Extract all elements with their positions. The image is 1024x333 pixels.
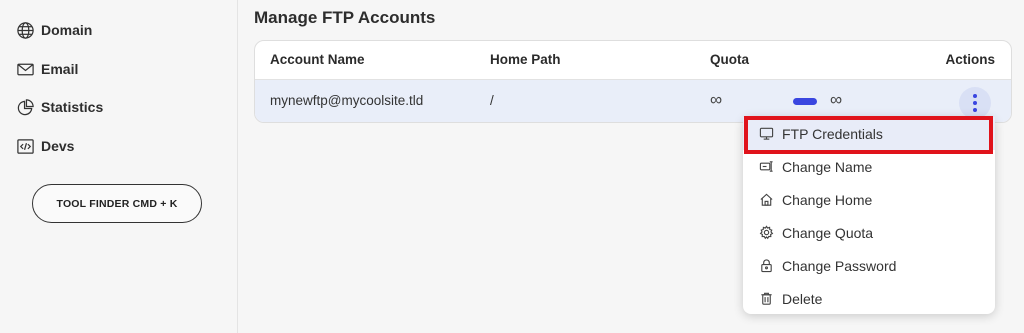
menu-item-label: Change Home — [782, 191, 873, 208]
sidebar-item-label: Devs — [41, 138, 75, 154]
globe-icon — [17, 21, 34, 39]
column-header-actions: Actions — [945, 52, 995, 67]
gear-icon — [759, 225, 774, 240]
menu-item-label: Change Password — [782, 257, 897, 274]
kebab-dot-icon — [973, 108, 977, 112]
kebab-dot-icon — [973, 101, 977, 105]
account-name-cell: mynewftp@mycoolsite.tld — [270, 93, 424, 108]
menu-item-label: Delete — [782, 290, 823, 307]
sidebar-item-domain[interactable]: Domain — [16, 19, 92, 41]
menu-item-change-name[interactable]: Change Name — [743, 150, 995, 183]
row-actions-menu: FTP Credentials Change Name Change Home … — [743, 116, 995, 314]
lock-icon — [761, 259, 772, 273]
kebab-dot-icon — [973, 94, 977, 98]
menu-item-change-quota[interactable]: Change Quota — [743, 216, 995, 249]
menu-item-change-password[interactable]: Change Password — [743, 249, 995, 282]
trash-icon — [761, 292, 772, 305]
quota-used-value: ∞ — [710, 90, 723, 109]
quota-progress-bar — [793, 98, 817, 105]
sidebar-item-devs[interactable]: Devs — [16, 135, 74, 157]
menu-item-change-home[interactable]: Change Home — [743, 183, 995, 216]
menu-item-label: Change Quota — [782, 224, 874, 241]
column-header-account-name[interactable]: Account Name — [270, 52, 365, 67]
envelope-icon — [17, 63, 34, 75]
menu-item-label: Change Name — [782, 158, 873, 175]
pie-chart-icon — [17, 98, 34, 115]
row-actions-button[interactable] — [959, 87, 991, 119]
menu-item-label: FTP Credentials — [782, 125, 883, 142]
column-header-home-path[interactable]: Home Path — [490, 52, 561, 67]
quota-limit-value: ∞ — [830, 90, 843, 109]
sidebar-item-statistics[interactable]: Statistics — [16, 96, 103, 118]
sidebar-item-label: Domain — [41, 22, 93, 38]
ftp-accounts-table: Account Name Home Path Quota Actions myn… — [254, 40, 1012, 123]
sidebar-item-label: Email — [41, 61, 79, 77]
menu-item-ftp-credentials[interactable]: FTP Credentials — [743, 117, 995, 150]
home-icon — [760, 193, 773, 206]
sidebar-item-label: Statistics — [41, 99, 104, 115]
page-title: Manage FTP Accounts — [254, 8, 436, 27]
table-header: Account Name Home Path Quota Actions — [255, 41, 1011, 80]
sidebar: Domain Email Statistics Devs TOOL FINDER… — [0, 0, 238, 333]
tool-finder-button[interactable]: TOOL FINDER CMD + K — [32, 184, 202, 223]
menu-item-delete[interactable]: Delete — [743, 282, 995, 315]
sidebar-item-email[interactable]: Email — [16, 58, 78, 80]
rename-icon — [759, 161, 773, 172]
home-path-cell: / — [490, 93, 494, 108]
column-header-quota[interactable]: Quota — [710, 52, 749, 67]
monitor-icon — [759, 127, 774, 140]
code-icon — [17, 138, 34, 154]
